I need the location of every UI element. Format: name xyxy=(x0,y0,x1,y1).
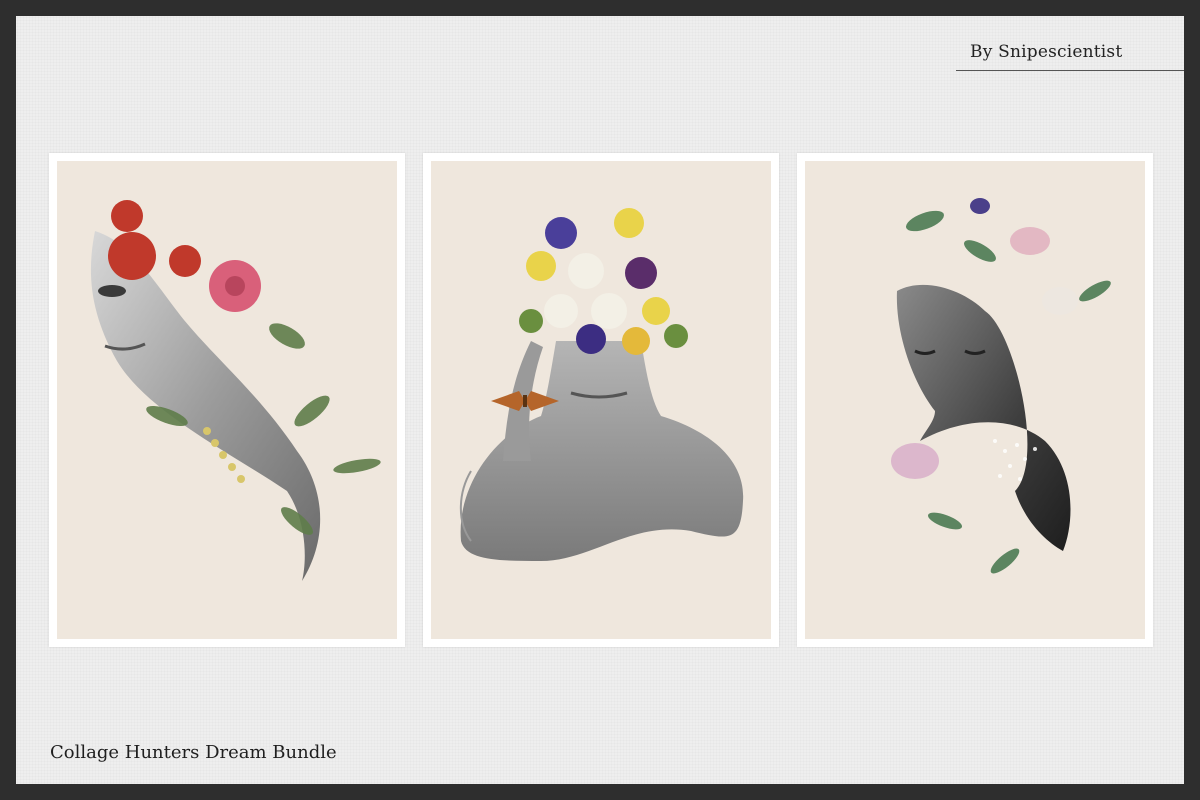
artwork-card-pansies[interactable] xyxy=(423,153,779,647)
artwork-card-roses[interactable] xyxy=(49,153,405,647)
artwork-paper xyxy=(805,161,1145,639)
artwork-paper xyxy=(57,161,397,639)
author-credit: By Snipescientist xyxy=(970,42,1123,62)
presentation-sheet: By Snipescientist Collage Hunters Dream … xyxy=(16,16,1184,784)
rose-face-collage-image xyxy=(90,200,381,581)
artwork-paper xyxy=(431,161,771,639)
artwork-card-lilies[interactable] xyxy=(797,153,1153,647)
bundle-title: Collage Hunters Dream Bundle xyxy=(50,742,337,763)
author-underline xyxy=(956,70,1184,71)
lily-portrait-collage-image xyxy=(891,198,1111,574)
pansy-collage-image xyxy=(459,208,744,561)
